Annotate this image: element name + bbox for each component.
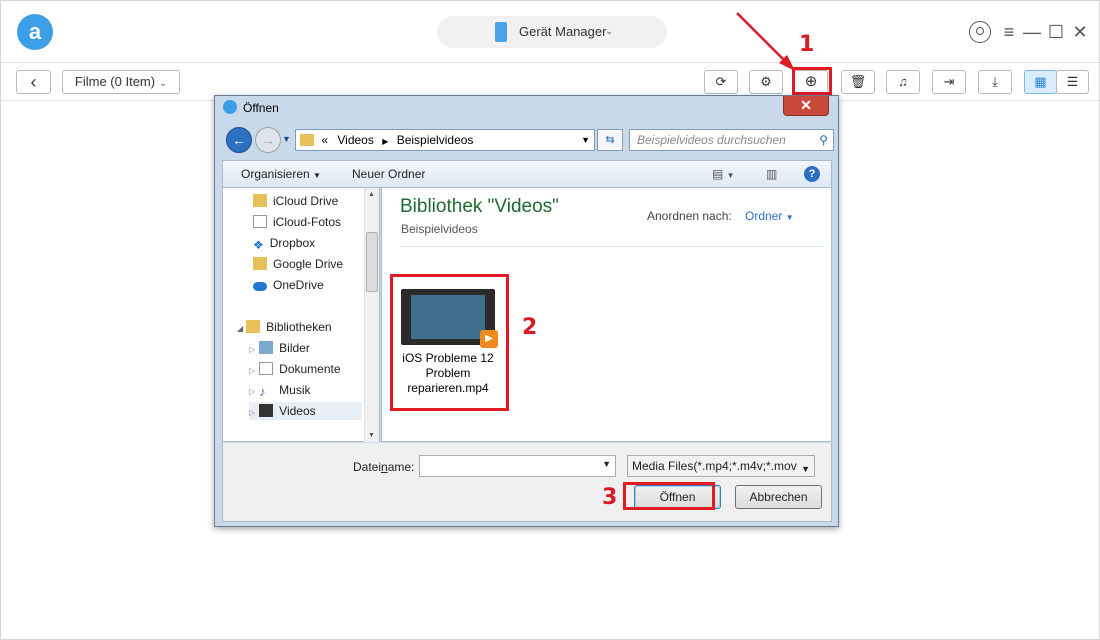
search-icon: ⚲ xyxy=(819,133,828,147)
navigation-pane: iCloud Drive iCloud-Fotos ❖ Dropbox Googl… xyxy=(222,188,380,442)
nav-item-bibliotheken[interactable]: ◢ Bibliotheken xyxy=(237,318,332,336)
list-view-icon[interactable]: ☰ xyxy=(1056,70,1089,94)
document-icon xyxy=(253,215,267,228)
nav-item-bilder[interactable]: ▷ Bilder xyxy=(249,339,310,357)
device-selector[interactable]: Gerät Manager ⌄ xyxy=(437,16,667,48)
back-button[interactable]: ‹ xyxy=(16,70,51,94)
app-logo-icon xyxy=(223,100,237,114)
arrange-label: Anordnen nach: xyxy=(647,209,732,223)
scroll-thumb[interactable] xyxy=(366,232,378,292)
open-dialog: Öffnen ✕ ← → ▼ « Videos ▶ Beispielvideos… xyxy=(214,95,839,527)
nav-back-icon[interactable]: ← xyxy=(226,127,252,153)
new-folder-button[interactable]: Neuer Ordner xyxy=(352,161,425,187)
filetype-select[interactable]: Media Files(*.mp4;*.m4v;*.mov ▼ xyxy=(627,455,815,477)
nav-item-videos[interactable]: ▷ Videos xyxy=(249,402,362,420)
breadcrumb-separator: ▶ xyxy=(382,137,389,146)
nav-scrollbar[interactable]: ▲ ▼ xyxy=(364,188,379,442)
annotation-arrow-icon xyxy=(736,12,795,71)
history-dropdown-icon[interactable]: ▼ xyxy=(282,134,291,144)
to-itunes-icon[interactable]: ♫ xyxy=(886,70,920,94)
to-computer-icon[interactable]: ⤓ xyxy=(978,70,1012,94)
close-icon[interactable]: ✕ xyxy=(1069,21,1091,43)
nav-item-dokumente[interactable]: ▷ Dokumente xyxy=(249,360,341,378)
menu-icon[interactable]: ≡ xyxy=(998,21,1020,43)
app-window: a Gerät Manager ⌄ ≡ — ☐ ✕ ‹ Filme (0 Ite… xyxy=(0,0,1100,640)
address-prefix: « xyxy=(321,133,329,147)
folder-icon xyxy=(253,194,267,207)
annotation-box xyxy=(792,67,832,95)
nav-item-onedrive[interactable]: OneDrive xyxy=(253,276,324,294)
dialog-footer: Dateiname: ▼ Media Files(*.mp4;*.m4v;*.m… xyxy=(222,442,832,522)
preview-pane-icon[interactable]: ▥ xyxy=(766,161,777,187)
nav-item-google-drive[interactable]: Google Drive xyxy=(253,255,343,273)
documents-icon xyxy=(259,362,274,375)
annotation-number: 2 xyxy=(522,315,538,340)
category-label: Filme (0 Item) xyxy=(74,74,156,89)
dialog-title-text: Öffnen xyxy=(243,101,279,115)
category-dropdown[interactable]: Filme (0 Item) ⌄ xyxy=(62,70,180,94)
search-icon[interactable] xyxy=(969,21,991,43)
chevron-down-icon[interactable]: ▼ xyxy=(581,130,590,150)
dialog-title: Öffnen xyxy=(223,100,279,115)
maximize-icon[interactable]: ☐ xyxy=(1045,21,1067,43)
libraries-icon xyxy=(246,320,261,333)
device-label: Gerät Manager xyxy=(519,24,607,39)
breadcrumb-videos[interactable]: Videos xyxy=(337,133,373,147)
nav-item-icloud-fotos[interactable]: iCloud-Fotos xyxy=(253,213,341,231)
refresh-icon[interactable]: ⇆ xyxy=(597,129,623,151)
cancel-button[interactable]: Abbrechen xyxy=(735,485,822,509)
dialog-search-input[interactable]: Beispielvideos durchsuchen ⚲ xyxy=(629,129,834,151)
folder-icon xyxy=(300,134,314,146)
annotation-box xyxy=(390,274,509,411)
grid-view-icon[interactable]: ▦ xyxy=(1024,70,1057,94)
nav-forward-icon[interactable]: → xyxy=(255,127,281,153)
app-logo-icon: a xyxy=(17,14,53,50)
search-placeholder: Beispielvideos durchsuchen xyxy=(637,133,786,147)
music-icon: ♪ xyxy=(259,384,266,399)
pictures-icon xyxy=(259,341,274,354)
organize-menu[interactable]: Organisieren ▼ xyxy=(241,161,321,189)
dialog-close-button[interactable]: ✕ xyxy=(783,96,829,116)
annotation-box xyxy=(623,482,715,510)
chevron-down-icon[interactable]: ▼ xyxy=(602,459,611,469)
breadcrumb-beispielvideos[interactable]: Beispielvideos xyxy=(397,133,474,147)
library-title: Bibliothek "Videos" xyxy=(400,196,559,217)
phone-icon xyxy=(495,22,507,42)
to-device-icon[interactable]: ⇥ xyxy=(932,70,966,94)
library-subtitle: Beispielvideos xyxy=(401,222,478,236)
scroll-up-icon[interactable]: ▲ xyxy=(368,191,375,198)
minimize-icon[interactable]: — xyxy=(1021,21,1043,43)
cloud-icon xyxy=(253,282,267,291)
chevron-down-icon: ⌄ xyxy=(605,26,614,37)
divider xyxy=(400,246,824,247)
nav-item-musik[interactable]: ▷ ♪ Musik xyxy=(249,381,311,399)
help-icon[interactable]: ? xyxy=(804,166,820,182)
filename-input[interactable]: ▼ xyxy=(419,455,616,477)
dropbox-icon: ❖ xyxy=(253,238,264,252)
address-row: ← → ▼ « Videos ▶ Beispielvideos ▼ ⇆ Beis… xyxy=(222,125,834,155)
annotation-number: 3 xyxy=(602,485,618,510)
nav-item-dropbox[interactable]: ❖ Dropbox xyxy=(253,234,315,252)
view-options-icon[interactable]: ▤ ▼ xyxy=(712,161,735,189)
scroll-down-icon[interactable]: ▼ xyxy=(368,432,375,439)
chevron-down-icon: ⌄ xyxy=(158,78,168,89)
chevron-down-icon: ▼ xyxy=(801,464,810,474)
nav-item-icloud-drive[interactable]: iCloud Drive xyxy=(253,192,338,210)
command-bar: Organisieren ▼ Neuer Ordner ▤ ▼ ▥ ? xyxy=(222,160,832,188)
title-bar: a Gerät Manager ⌄ ≡ — ☐ ✕ xyxy=(1,1,1099,63)
folder-icon xyxy=(253,257,267,270)
address-bar[interactable]: « Videos ▶ Beispielvideos ▼ xyxy=(295,129,595,151)
filename-label: Dateiname: xyxy=(353,460,415,474)
arrange-dropdown[interactable]: Ordner ▼ xyxy=(745,209,794,223)
annotation-number: 1 xyxy=(799,32,815,57)
trash-icon[interactable]: 🗑 xyxy=(841,70,875,94)
video-icon xyxy=(259,404,274,417)
